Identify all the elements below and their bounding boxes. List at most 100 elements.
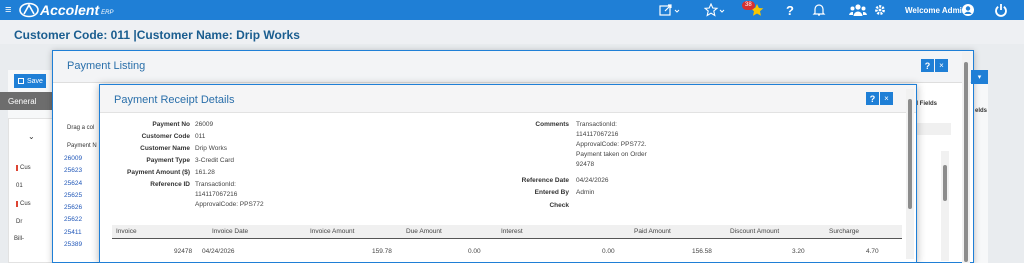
power-logout-icon[interactable]: [994, 0, 1008, 20]
logo-icon: [19, 2, 39, 18]
tab-general[interactable]: General: [0, 92, 58, 110]
brand-name: Accolent: [40, 2, 100, 18]
surcharge-cell: 4.70: [866, 248, 879, 255]
check-label: Check: [549, 202, 569, 209]
entered-by-label: Entered By: [534, 189, 569, 196]
page-scrollbar[interactable]: [962, 52, 970, 263]
payment-amount-label: Payment Amount ($): [127, 169, 190, 176]
payment-link[interactable]: 25625: [64, 190, 82, 202]
payment-listing-title: Payment Listing: [67, 60, 146, 72]
help-icon[interactable]: ?: [786, 0, 794, 20]
reference-id-line: 114117067216: [195, 191, 238, 198]
chevron-down-icon[interactable]: ⌄: [28, 132, 35, 141]
comments-line: 92478: [576, 161, 595, 168]
save-label: Save: [27, 77, 43, 85]
notification-bell-icon[interactable]: [812, 0, 826, 20]
comments-line: TransactionId:: [576, 121, 617, 128]
invoice-amount-cell: 159.78: [372, 248, 392, 255]
customer-name-label: Customer Name: [140, 145, 190, 152]
receipt-scroll-thumb[interactable]: [908, 99, 912, 209]
payment-type-value: 3-Credit Card: [195, 157, 235, 164]
users-icon[interactable]: [848, 0, 868, 20]
customer-code-value: 011: [195, 133, 206, 140]
settings-gear-icon[interactable]: [873, 0, 887, 20]
help-button[interactable]: ?: [921, 59, 934, 72]
brand-logo[interactable]: Accolent ERP: [18, 0, 113, 20]
notification-count-badge: 38: [742, 1, 755, 10]
save-icon: [18, 78, 24, 84]
interest-cell: 0.00: [602, 248, 615, 255]
fields-label: elds: [975, 108, 988, 114]
column-header[interactable]: Interest: [501, 228, 523, 235]
hamburger-menu-icon[interactable]: ≡: [5, 0, 11, 20]
discount-amount-cell: 3.20: [792, 248, 805, 255]
comments-value: TransactionId: 114117067216 ApprovalCode…: [576, 120, 647, 170]
listing-scroll-thumb[interactable]: [943, 165, 947, 201]
comments-line: ApprovalCode: PPS772.: [576, 141, 647, 148]
user-profile-icon[interactable]: [961, 0, 975, 20]
payment-type-label: Payment Type: [146, 157, 190, 164]
invoice-table-header: Invoice Invoice Date Invoice Amount Due …: [112, 225, 902, 239]
customer-name-label: Cus: [16, 201, 31, 207]
reference-id-value: TransactionId: 114117067216 ApprovalCode…: [195, 180, 264, 210]
payment-receipt-controls: ? ×: [866, 92, 893, 105]
payment-link[interactable]: 25389: [64, 239, 82, 251]
top-navbar: ≡ Accolent ERP ? 38 Welcome Admin: [0, 0, 1024, 20]
invoice-date-cell: 04/24/2026: [202, 248, 235, 255]
grid-header-strip: [911, 123, 951, 135]
payment-link[interactable]: 25622: [64, 214, 82, 226]
reference-date-value: 04/24/2026: [576, 177, 609, 184]
bill-to-label: Bill-: [14, 236, 24, 242]
reference-id-line: ApprovalCode: PPS772: [195, 201, 264, 208]
receipt-scrollbar[interactable]: [906, 89, 914, 259]
payment-link[interactable]: 26009: [64, 153, 82, 165]
column-header[interactable]: Discount Amount: [730, 228, 779, 235]
listing-scrollbar[interactable]: [941, 151, 949, 261]
due-amount-cell: 0.00: [468, 248, 481, 255]
column-header[interactable]: Surcharge: [829, 228, 859, 235]
page-scroll-thumb[interactable]: [964, 62, 968, 262]
help-button[interactable]: ?: [866, 92, 879, 105]
payment-no-label: Payment No: [152, 121, 190, 128]
payment-receipt-title: Payment Receipt Details: [114, 94, 235, 106]
column-header[interactable]: Due Amount: [406, 228, 442, 235]
customer-code-value: 01: [16, 183, 23, 189]
entered-by-value: Admin: [576, 189, 595, 196]
comments-label: Comments: [535, 121, 569, 128]
save-button[interactable]: Save: [14, 74, 46, 88]
comments-line: Payment taken on Order: [576, 151, 647, 158]
payment-link[interactable]: 25624: [64, 178, 82, 190]
payment-link[interactable]: 25411: [64, 227, 82, 239]
payment-no-column-header[interactable]: Payment N: [67, 143, 97, 149]
payment-amount-value: 161.28: [195, 169, 215, 176]
dropdown-button[interactable]: ▾: [971, 70, 988, 84]
payment-listing-controls: ? ×: [921, 59, 948, 72]
customer-code-label: Customer Code: [141, 133, 190, 140]
close-button[interactable]: ×: [880, 92, 893, 105]
payment-receipt-dialog: Payment Receipt Details ? × Payment No 2…: [99, 84, 917, 263]
column-header[interactable]: Invoice Amount: [310, 228, 354, 235]
favorites-star-outline-icon[interactable]: [704, 0, 726, 20]
table-row: 92478 04/24/2026 159.78 0.00 0.00 156.58…: [112, 245, 902, 259]
payment-id-list: 26009 25623 25624 25625 25626 25622 2541…: [64, 153, 82, 251]
brand-suffix: ERP: [101, 9, 114, 16]
drag-column-hint: Drag a col: [67, 125, 95, 131]
page-title: Customer Code: 011 |Customer Name: Drip …: [14, 28, 300, 42]
close-button[interactable]: ×: [935, 59, 948, 72]
payment-link[interactable]: 25626: [64, 202, 82, 214]
reference-id-line: TransactionId:: [195, 181, 236, 188]
column-header[interactable]: Invoice Date: [212, 228, 248, 235]
reference-id-label: Reference ID: [150, 181, 190, 188]
customer-name-value: Drip Works: [195, 145, 228, 152]
welcome-text: Welcome Admin: [905, 5, 967, 15]
invoice-cell: 92478: [174, 248, 193, 255]
comments-line: 114117067216: [576, 131, 619, 138]
share-icon[interactable]: [658, 0, 680, 20]
payment-link[interactable]: 25623: [64, 165, 82, 177]
paid-amount-cell: 156.58: [692, 248, 712, 255]
customer-code-label: Cus: [16, 165, 31, 171]
column-header[interactable]: Invoice: [116, 228, 137, 235]
customer-name-value: Dr: [16, 219, 23, 225]
payment-no-value: 26009: [195, 121, 214, 128]
column-header[interactable]: Paid Amount: [634, 228, 671, 235]
